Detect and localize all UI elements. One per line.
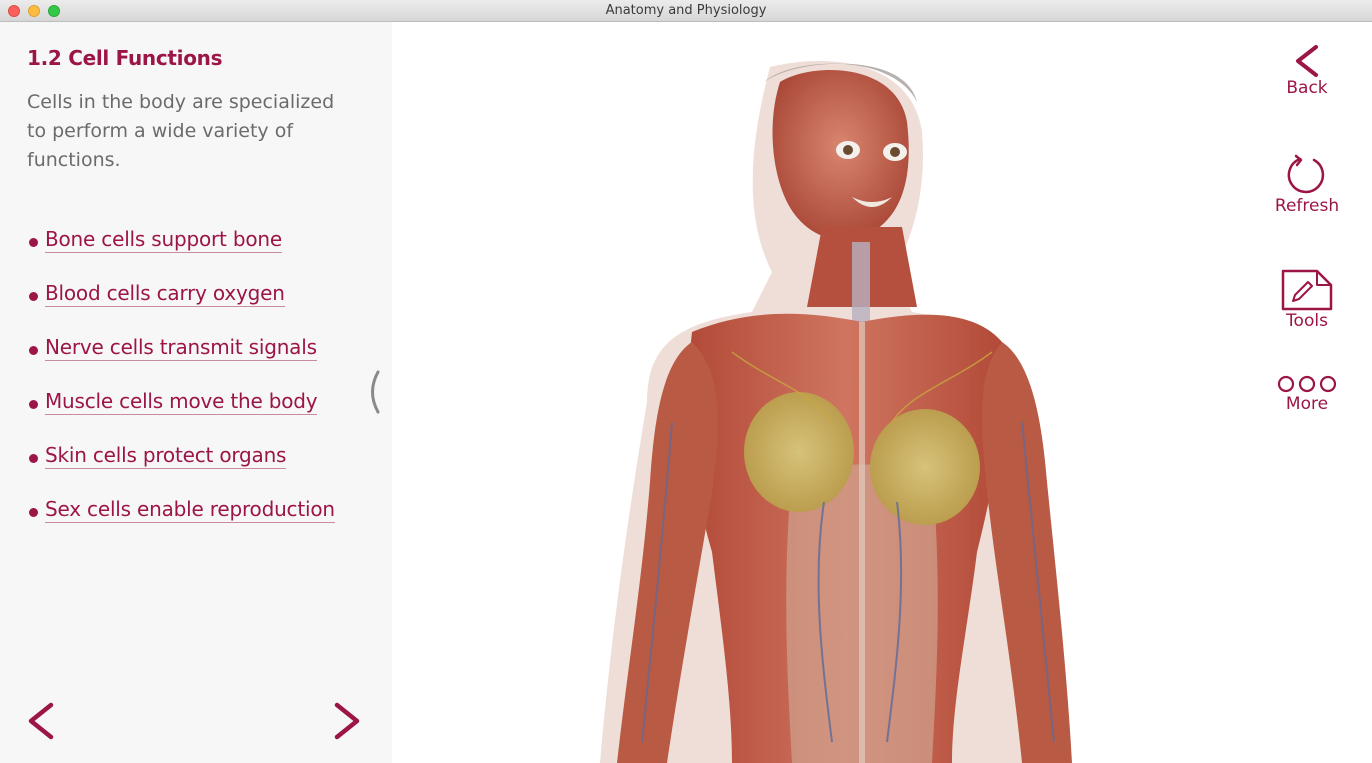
back-button[interactable]: Back	[1262, 44, 1352, 98]
refresh-icon	[1287, 154, 1325, 194]
section-title: 1.2 Cell Functions	[27, 46, 223, 70]
collapse-panel-icon	[371, 370, 380, 414]
anatomy-model-image[interactable]	[392, 22, 1372, 763]
refresh-label: Refresh	[1274, 196, 1340, 216]
lesson-sidebar: 1.2 Cell Functions Cells in the body are…	[0, 22, 392, 763]
topic-link-blood-cells[interactable]: Blood cells carry oxygen	[45, 281, 285, 307]
chevron-right-icon	[334, 702, 360, 740]
section-intro: Cells in the body are specialized to per…	[27, 91, 335, 171]
collapse-sidebar-button[interactable]	[362, 368, 384, 416]
tools-button[interactable]: Tools	[1262, 269, 1352, 331]
topic-link-sex-cells[interactable]: Sex cells enable reproduction	[45, 497, 335, 523]
chevron-left-icon	[1296, 45, 1318, 77]
bullet-icon	[29, 292, 38, 301]
refresh-button[interactable]: Refresh	[1262, 154, 1352, 216]
tools-label: Tools	[1286, 311, 1328, 331]
more-button[interactable]: More	[1262, 374, 1352, 414]
bullet-icon	[29, 346, 38, 355]
previous-page-button[interactable]	[24, 700, 60, 742]
bullet-icon	[29, 400, 38, 409]
pencil-document-icon	[1281, 269, 1333, 311]
topic-link-skin-cells[interactable]: Skin cells protect organs	[45, 443, 286, 469]
more-label: More	[1285, 394, 1329, 414]
back-label: Back	[1286, 78, 1328, 98]
topic-link-bone-cells[interactable]: Bone cells support bone	[45, 227, 282, 253]
bullet-icon	[29, 454, 38, 463]
app-window: Anatomy and Physiology 1.2 Cell Function…	[0, 0, 1372, 763]
bullet-icon	[29, 238, 38, 247]
window-title: Anatomy and Physiology	[605, 3, 767, 18]
3d-model-viewer[interactable]	[392, 22, 1372, 763]
three-circles-icon	[1277, 375, 1337, 393]
title-bar[interactable]: Anatomy and Physiology	[0, 0, 1372, 22]
topic-link-nerve-cells[interactable]: Nerve cells transmit signals	[45, 335, 317, 361]
topic-link-muscle-cells[interactable]: Muscle cells move the body	[45, 389, 318, 415]
bullet-icon	[29, 508, 38, 517]
next-page-button[interactable]	[328, 700, 364, 742]
chevron-left-icon	[28, 702, 54, 740]
